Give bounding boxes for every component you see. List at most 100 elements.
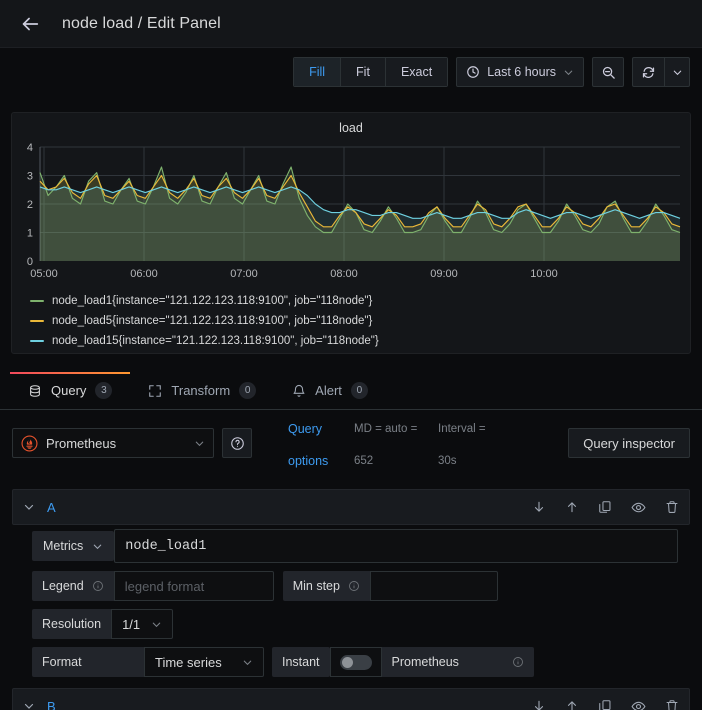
min-step-field-label: Min step	[282, 571, 370, 601]
info-circle-icon[interactable]	[92, 580, 104, 592]
datasource-help-button[interactable]	[222, 428, 252, 458]
delete-icon[interactable]	[665, 699, 679, 710]
legend-item[interactable]: node_load5{instance="121.122.123.118:910…	[30, 311, 379, 331]
svg-text:1: 1	[27, 228, 33, 240]
min-step-input[interactable]	[369, 571, 498, 601]
format-field-label: Format	[32, 647, 144, 677]
refresh-button[interactable]	[632, 57, 664, 87]
legend-format-input[interactable]: legend format	[113, 571, 274, 601]
panel-toolbar: Fill Fit Exact Last 6 hours	[0, 48, 702, 96]
page-title: node load / Edit Panel	[62, 14, 221, 32]
toggle-switch-icon	[339, 654, 372, 670]
move-up-icon[interactable]	[565, 699, 579, 710]
query-datasource-name: Prometheus	[391, 655, 459, 669]
time-range-picker[interactable]: Last 6 hours	[456, 57, 584, 87]
query-inspector-button[interactable]: Query inspector	[568, 428, 690, 458]
tab-query-label: Query	[51, 383, 87, 398]
svg-text:3: 3	[27, 171, 33, 183]
zoom-out-button[interactable]	[592, 57, 624, 87]
time-range-label: Last 6 hours	[487, 65, 556, 79]
query-row-b-header: B	[12, 688, 690, 710]
max-data-points-label: MD = auto =	[354, 423, 418, 435]
legend-label: node_load1{instance="121.122.123.118:910…	[52, 295, 373, 307]
legend-field-label: Legend	[32, 571, 114, 601]
resolution-select[interactable]: 1/1	[111, 609, 174, 639]
metrics-expression-row: Metrics node_load1	[32, 529, 678, 563]
datasource-picker[interactable]: Prometheus	[12, 428, 214, 458]
back-button[interactable]	[16, 10, 44, 38]
legend-minstep-row: Legend legend format Min step	[32, 571, 678, 601]
info-circle-icon[interactable]	[512, 656, 524, 668]
chevron-down-icon[interactable]	[23, 501, 35, 513]
load-timeseries-chart[interactable]: 0 1 2 3 4 05:00 06:00 07:00 08:00 09:00 10:00	[12, 139, 690, 287]
tab-transform[interactable]: Transform 0	[130, 372, 274, 409]
interval-value: 30s	[438, 455, 457, 467]
tab-query[interactable]: Query 3	[10, 372, 131, 409]
refresh-group	[632, 57, 690, 87]
query-options-link-line2: options	[288, 454, 329, 468]
metrics-browser-button[interactable]: Metrics	[32, 531, 115, 561]
graph-plot-area[interactable]: 0 1 2 3 4 05:00 06:00 07:00 08:00 09:00 10:00	[12, 139, 690, 289]
instant-toggle[interactable]	[329, 647, 382, 677]
query-row-a-letter[interactable]: A	[47, 500, 56, 515]
interval-meta: Interval = 30s	[438, 413, 512, 477]
move-up-icon[interactable]	[565, 500, 579, 515]
chevron-down-icon	[195, 441, 204, 446]
legend-color-swatch	[30, 300, 44, 302]
chevron-down-icon[interactable]	[23, 700, 35, 710]
info-circle-icon[interactable]	[348, 580, 360, 592]
promql-expression-input[interactable]: node_load1	[114, 529, 678, 563]
query-row-a-actions	[532, 500, 679, 515]
tab-alert-badge: 0	[350, 382, 368, 399]
tab-transform-label: Transform	[171, 383, 231, 398]
refresh-icon	[642, 66, 655, 78]
legend-color-swatch	[30, 340, 44, 342]
duplicate-icon[interactable]	[598, 500, 612, 515]
legend-item[interactable]: node_load15{instance="121.122.123.118:91…	[30, 331, 379, 351]
prometheus-icon	[21, 434, 38, 452]
query-options-expander[interactable]: Query options MD = auto = 652 Interval =…	[260, 413, 512, 473]
max-data-points-meta: MD = auto = 652	[354, 413, 428, 477]
tab-alert[interactable]: Alert 0	[274, 372, 386, 409]
interval-label: Interval =	[438, 423, 486, 435]
fit-mode-fill[interactable]: Fill	[294, 58, 342, 86]
svg-text:2: 2	[27, 199, 33, 211]
format-select[interactable]: Time series	[144, 647, 264, 677]
chevron-down-icon	[152, 622, 161, 627]
query-row-a-header: A	[12, 489, 690, 525]
move-down-icon[interactable]	[532, 500, 546, 515]
svg-text:09:00: 09:00	[430, 268, 458, 280]
chevron-down-icon	[243, 660, 252, 665]
max-data-points-value: 652	[354, 455, 374, 467]
query-options-link[interactable]: Query options	[288, 413, 344, 477]
arrow-left-icon	[22, 17, 39, 30]
legend-color-swatch	[30, 320, 44, 322]
delete-icon[interactable]	[665, 500, 679, 515]
svg-text:08:00: 08:00	[330, 268, 358, 280]
query-datasource-label: Prometheus	[381, 647, 534, 677]
tab-transform-badge: 0	[239, 382, 257, 399]
refresh-interval-dropdown[interactable]	[664, 57, 690, 87]
query-row-a-body: Metrics node_load1 Legend legend format …	[32, 529, 678, 685]
query-row-b-actions	[532, 699, 679, 710]
datasource-name: Prometheus	[46, 435, 117, 451]
tab-query-badge: 3	[95, 382, 113, 399]
format-instant-row: Format Time series Instant Prometheus	[32, 647, 678, 677]
hide-response-icon[interactable]	[631, 699, 646, 710]
zoom-out-icon	[602, 66, 615, 79]
move-down-icon[interactable]	[532, 699, 546, 710]
tab-alert-label: Alert	[315, 383, 342, 398]
format-value: Time series	[155, 654, 222, 670]
query-row-b-letter[interactable]: B	[47, 699, 56, 710]
fit-mode-exact[interactable]: Exact	[385, 58, 448, 86]
fit-mode-fit[interactable]: Fit	[341, 58, 386, 86]
chevron-down-icon	[673, 70, 681, 75]
duplicate-icon[interactable]	[598, 699, 612, 710]
hide-response-icon[interactable]	[631, 500, 646, 515]
resolution-field-label: Resolution	[32, 609, 112, 639]
legend-item[interactable]: node_load1{instance="121.122.123.118:910…	[30, 291, 379, 311]
legend-label: node_load15{instance="121.122.123.118:91…	[52, 335, 379, 347]
chart-legend: node_load1{instance="121.122.123.118:910…	[30, 291, 379, 351]
legend-label: node_load5{instance="121.122.123.118:910…	[52, 315, 373, 327]
svg-text:06:00: 06:00	[130, 268, 158, 280]
